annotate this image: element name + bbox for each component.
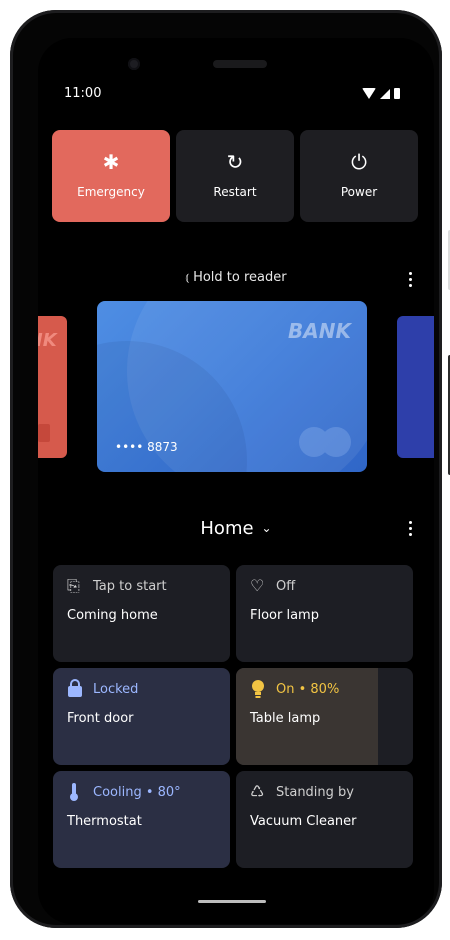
- emergency-label: Emergency: [77, 185, 145, 199]
- tile-name: Front door: [67, 711, 134, 726]
- previous-card[interactable]: IK: [38, 316, 67, 458]
- hold-to-reader: ⦅ Hold to reader: [38, 270, 434, 285]
- tile-name: Table lamp: [250, 711, 321, 726]
- tile-status: Locked: [93, 682, 139, 697]
- lock-icon: [67, 679, 85, 699]
- earpiece-speaker: [213, 60, 267, 68]
- status-time: 11:00: [64, 86, 102, 101]
- hold-to-reader-label: Hold to reader: [193, 270, 287, 285]
- tile-name: Vacuum Cleaner: [250, 814, 357, 829]
- tile-name: Thermostat: [67, 814, 142, 829]
- power-icon: ⏻: [351, 150, 367, 174]
- power-menu: ✱ Emergency ↻ Restart ⏻ Power: [52, 130, 418, 222]
- next-card[interactable]: [397, 316, 434, 458]
- lightbulb-on-icon: [250, 679, 268, 699]
- card-number: •••• 8873: [115, 440, 178, 454]
- tile-table-lamp[interactable]: On • 80% Table lamp: [236, 668, 413, 765]
- power-button[interactable]: ⏻ Power: [300, 130, 418, 222]
- tile-thermostat[interactable]: Cooling • 80° Thermostat: [53, 771, 230, 868]
- home-title: Home: [200, 518, 254, 539]
- previous-card-text: IK: [38, 330, 57, 351]
- home-more-icon[interactable]: [409, 521, 412, 536]
- phone-frame: 11:00 ✱ Emergency ↻ Restart ⏻ Power ⦅ Hol…: [10, 10, 450, 928]
- tile-status: Cooling • 80°: [93, 785, 181, 800]
- screen: 11:00 ✱ Emergency ↻ Restart ⏻ Power ⦅ Hol…: [38, 38, 434, 924]
- status-icons: [362, 88, 400, 99]
- gesture-nav-bar[interactable]: [198, 900, 266, 903]
- tile-status: Standing by: [276, 785, 354, 800]
- tile-vacuum-cleaner[interactable]: ♺ Standing by Vacuum Cleaner: [236, 771, 413, 868]
- vacuum-icon: ♺: [250, 782, 265, 801]
- tile-status: On • 80%: [276, 682, 340, 697]
- asterisk-icon: ✱: [102, 150, 120, 174]
- card-network-logo: [299, 427, 351, 457]
- wifi-icon: [362, 88, 376, 99]
- restart-icon: ↻: [226, 150, 244, 174]
- chevron-down-icon: ⌄: [261, 521, 272, 535]
- tile-floor-lamp[interactable]: ♡ Off Floor lamp: [236, 565, 413, 662]
- wallet-more-icon[interactable]: [409, 272, 412, 287]
- tile-status: Off: [276, 579, 296, 594]
- nfc-icon: ⦅: [185, 271, 190, 284]
- battery-icon: [394, 88, 400, 99]
- emergency-button[interactable]: ✱ Emergency: [52, 130, 170, 222]
- front-camera: [128, 58, 140, 70]
- lightbulb-icon: ♡: [250, 576, 265, 595]
- cell-signal-icon: [380, 88, 390, 99]
- bank-card[interactable]: BANK •••• 8873: [97, 301, 367, 472]
- home-selector[interactable]: Home ⌄: [38, 518, 434, 539]
- tile-name: Floor lamp: [250, 608, 319, 623]
- thermometer-icon: [67, 782, 85, 802]
- bank-name: BANK: [288, 319, 351, 343]
- routine-icon: ⎘: [67, 576, 80, 595]
- tile-status: Tap to start: [93, 579, 167, 594]
- previous-card-chip: [38, 424, 50, 442]
- tile-front-door[interactable]: Locked Front door: [53, 668, 230, 765]
- tile-coming-home[interactable]: ⎘ Tap to start Coming home: [53, 565, 230, 662]
- restart-button[interactable]: ↻ Restart: [176, 130, 294, 222]
- restart-label: Restart: [213, 185, 257, 199]
- power-label: Power: [340, 185, 378, 199]
- tile-name: Coming home: [67, 608, 158, 623]
